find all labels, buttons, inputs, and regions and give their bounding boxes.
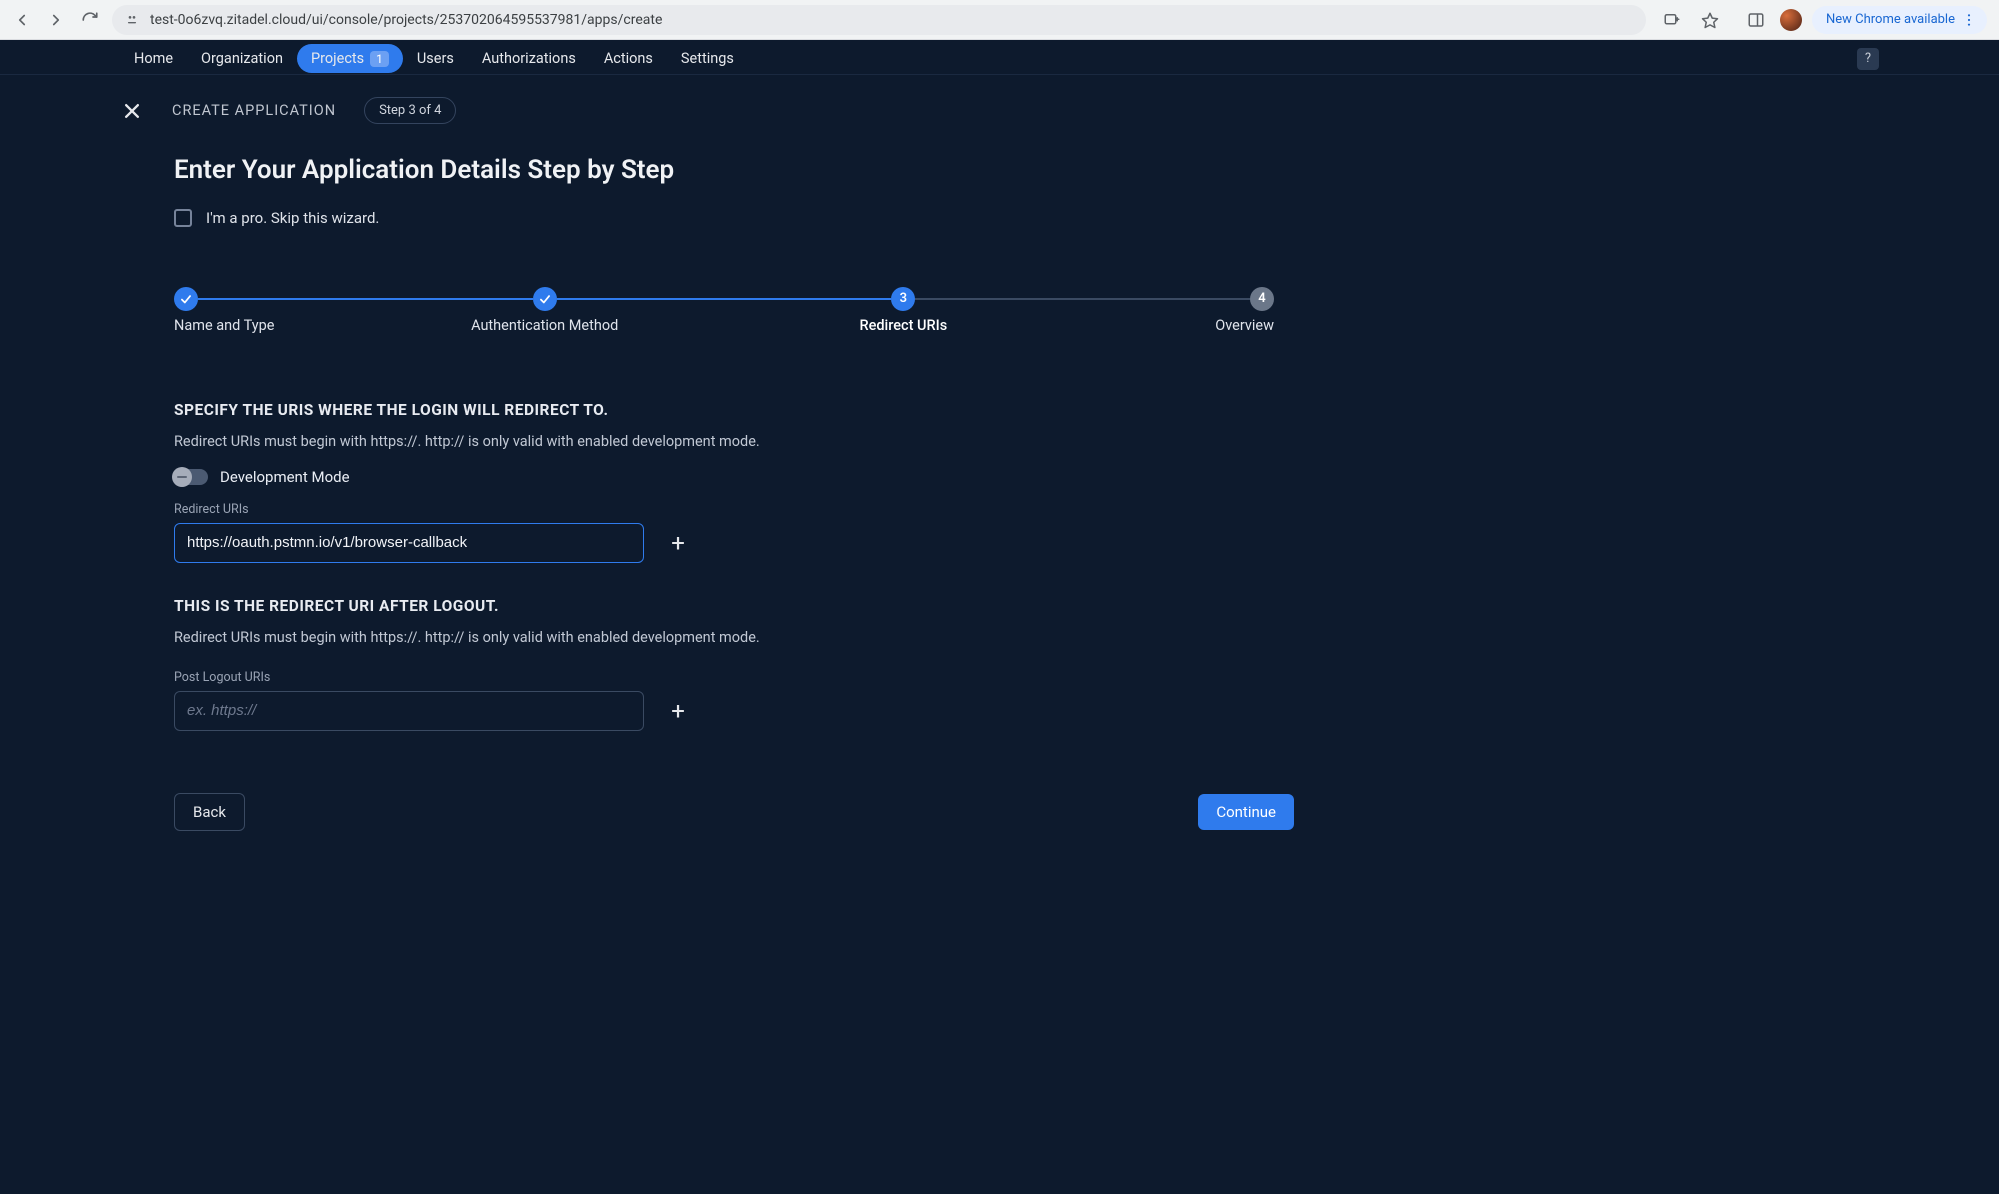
nav-authorizations-label: Authorizations: [482, 50, 576, 67]
step-label: Redirect URIs: [859, 317, 947, 334]
continue-button[interactable]: Continue: [1198, 794, 1294, 830]
nav-users-label: Users: [417, 50, 454, 67]
nav-authorizations[interactable]: Authorizations: [468, 44, 590, 73]
nav-settings[interactable]: Settings: [667, 44, 748, 73]
step-label: Overview: [1215, 317, 1274, 334]
step-indicator-pill: Step 3 of 4: [364, 97, 456, 124]
nav-home-label: Home: [134, 50, 173, 67]
page-header: CREATE APPLICATION Step 3 of 4: [120, 75, 1879, 124]
browser-back-button[interactable]: [8, 6, 36, 34]
section-description: Redirect URIs must begin with https://. …: [174, 433, 1320, 450]
section-title: SPECIFY THE URIS WHERE THE LOGIN WILL RE…: [174, 401, 1320, 419]
nav-organization-label: Organization: [201, 50, 283, 67]
step-dot-completed: [174, 287, 198, 311]
step-dot-current: 3: [891, 287, 915, 311]
redirect-uri-input[interactable]: [174, 523, 644, 563]
url-text: test-0o6zvq.zitadel.cloud/ui/console/pro…: [150, 12, 662, 28]
browser-forward-button[interactable]: [42, 6, 70, 34]
nav-actions[interactable]: Actions: [590, 44, 667, 73]
nav-users[interactable]: Users: [403, 44, 468, 73]
step-dot-inactive: 4: [1250, 287, 1274, 311]
nav-settings-label: Settings: [681, 50, 734, 67]
skip-wizard-label: I'm a pro. Skip this wizard.: [206, 209, 379, 227]
url-bar[interactable]: test-0o6zvq.zitadel.cloud/ui/console/pro…: [112, 5, 1646, 35]
side-panel-icon[interactable]: [1742, 6, 1770, 34]
stepper: Name and Type Authentication Method 3 Re…: [174, 287, 1274, 311]
step-label: Authentication Method: [471, 317, 618, 334]
install-app-icon[interactable]: [1658, 6, 1686, 34]
step-label: Name and Type: [174, 317, 274, 334]
toggle-knob: [172, 467, 192, 487]
browser-toolbar: test-0o6zvq.zitadel.cloud/ui/console/pro…: [0, 0, 1999, 40]
step-name-and-type[interactable]: Name and Type: [174, 287, 198, 311]
back-button[interactable]: Back: [174, 793, 245, 831]
nav-projects-badge: 1: [370, 51, 389, 67]
nav-projects[interactable]: Projects 1: [297, 44, 403, 73]
nav-projects-label: Projects: [311, 50, 364, 67]
add-redirect-uri-button[interactable]: +: [662, 527, 694, 559]
step-redirect-uris[interactable]: 3 Redirect URIs: [891, 287, 915, 311]
update-chrome-label: New Chrome available: [1826, 12, 1955, 27]
close-icon[interactable]: [120, 99, 144, 123]
nav-home[interactable]: Home: [120, 44, 187, 73]
step-connector: [557, 298, 892, 300]
step-overview[interactable]: 4 Overview: [1250, 287, 1274, 311]
bookmark-star-icon[interactable]: [1696, 6, 1724, 34]
wizard-footer: Back Continue: [174, 793, 1294, 831]
section-description: Redirect URIs must begin with https://. …: [174, 629, 1320, 646]
redirect-uris-caption: Redirect URIs: [174, 502, 1320, 517]
development-mode-toggle[interactable]: [174, 469, 208, 485]
step-auth-method[interactable]: Authentication Method: [533, 287, 557, 311]
page-title: Enter Your Application Details Step by S…: [174, 154, 1320, 187]
nav-actions-label: Actions: [604, 50, 653, 67]
profile-avatar[interactable]: [1780, 9, 1802, 31]
step-dot-completed: [533, 287, 557, 311]
browser-reload-button[interactable]: [76, 6, 104, 34]
development-mode-label: Development Mode: [220, 468, 350, 486]
site-settings-icon: [126, 12, 142, 28]
step-connector: [915, 298, 1250, 300]
post-logout-section: THIS IS THE REDIRECT URI AFTER LOGOUT. R…: [174, 597, 1320, 731]
app-navbar: Home Organization Projects 1 Users Autho…: [0, 40, 1999, 74]
post-logout-uri-input[interactable]: [174, 691, 644, 731]
step-connector: [198, 298, 533, 300]
redirect-uris-section: SPECIFY THE URIS WHERE THE LOGIN WILL RE…: [174, 401, 1320, 563]
post-logout-caption: Post Logout URIs: [174, 670, 1320, 685]
add-post-logout-uri-button[interactable]: +: [662, 695, 694, 727]
section-title: THIS IS THE REDIRECT URI AFTER LOGOUT.: [174, 597, 1320, 615]
page-header-title: CREATE APPLICATION: [172, 102, 336, 119]
update-chrome-chip[interactable]: New Chrome available: [1812, 6, 1987, 34]
nav-organization[interactable]: Organization: [187, 44, 297, 73]
help-button[interactable]: ?: [1857, 48, 1879, 70]
skip-wizard-checkbox[interactable]: [174, 209, 192, 227]
